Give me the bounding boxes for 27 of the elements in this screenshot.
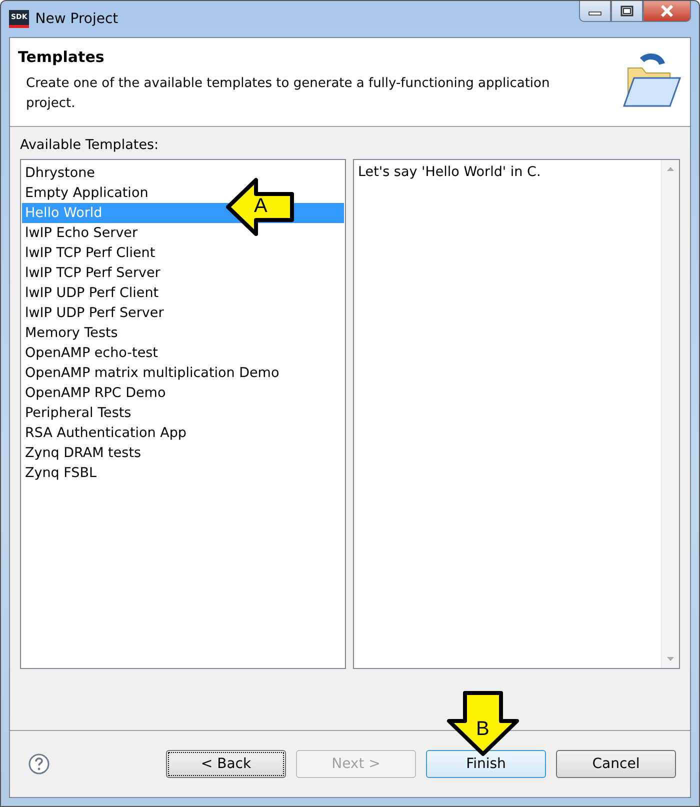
template-item[interactable]: lwIP UDP Perf Server (22, 303, 344, 323)
page-description: Create one of the available templates to generate a fully-functioning application project. (25, 75, 551, 113)
template-item[interactable]: RSA Authentication App (22, 423, 344, 443)
dialog-button[interactable]: < Back (166, 750, 286, 778)
template-item[interactable]: Memory Tests (22, 323, 344, 343)
minimize-button[interactable] (579, 1, 611, 22)
template-item[interactable]: Zynq DRAM tests (22, 443, 344, 463)
close-button[interactable] (643, 1, 691, 22)
templates-label: Available Templates: (20, 137, 160, 153)
template-description: Let's say 'Hello World' in C. (357, 163, 542, 182)
page-title: Templates (18, 48, 106, 66)
template-item[interactable]: Zynq FSBL (22, 463, 344, 483)
maximize-button[interactable] (611, 1, 643, 22)
template-item[interactable]: lwIP UDP Perf Client (22, 283, 344, 303)
close-icon (659, 5, 675, 17)
maximize-icon (620, 5, 634, 17)
window-title: New Project (35, 11, 120, 27)
template-item[interactable]: OpenAMP RPC Demo (22, 383, 344, 403)
template-item[interactable]: Peripheral Tests (22, 403, 344, 423)
dialog-button[interactable]: Cancel (556, 750, 676, 778)
template-item[interactable]: lwIP TCP Perf Client (22, 243, 344, 263)
template-item[interactable]: OpenAMP echo-test (22, 343, 344, 363)
dialog-button[interactable]: Finish (426, 750, 546, 778)
template-item[interactable]: OpenAMP matrix multiplication Demo (22, 363, 344, 383)
arrow-callout-tooltip: A (226, 177, 296, 237)
template-item[interactable]: lwIP TCP Perf Server (22, 263, 344, 283)
help-icon[interactable] (28, 753, 50, 775)
